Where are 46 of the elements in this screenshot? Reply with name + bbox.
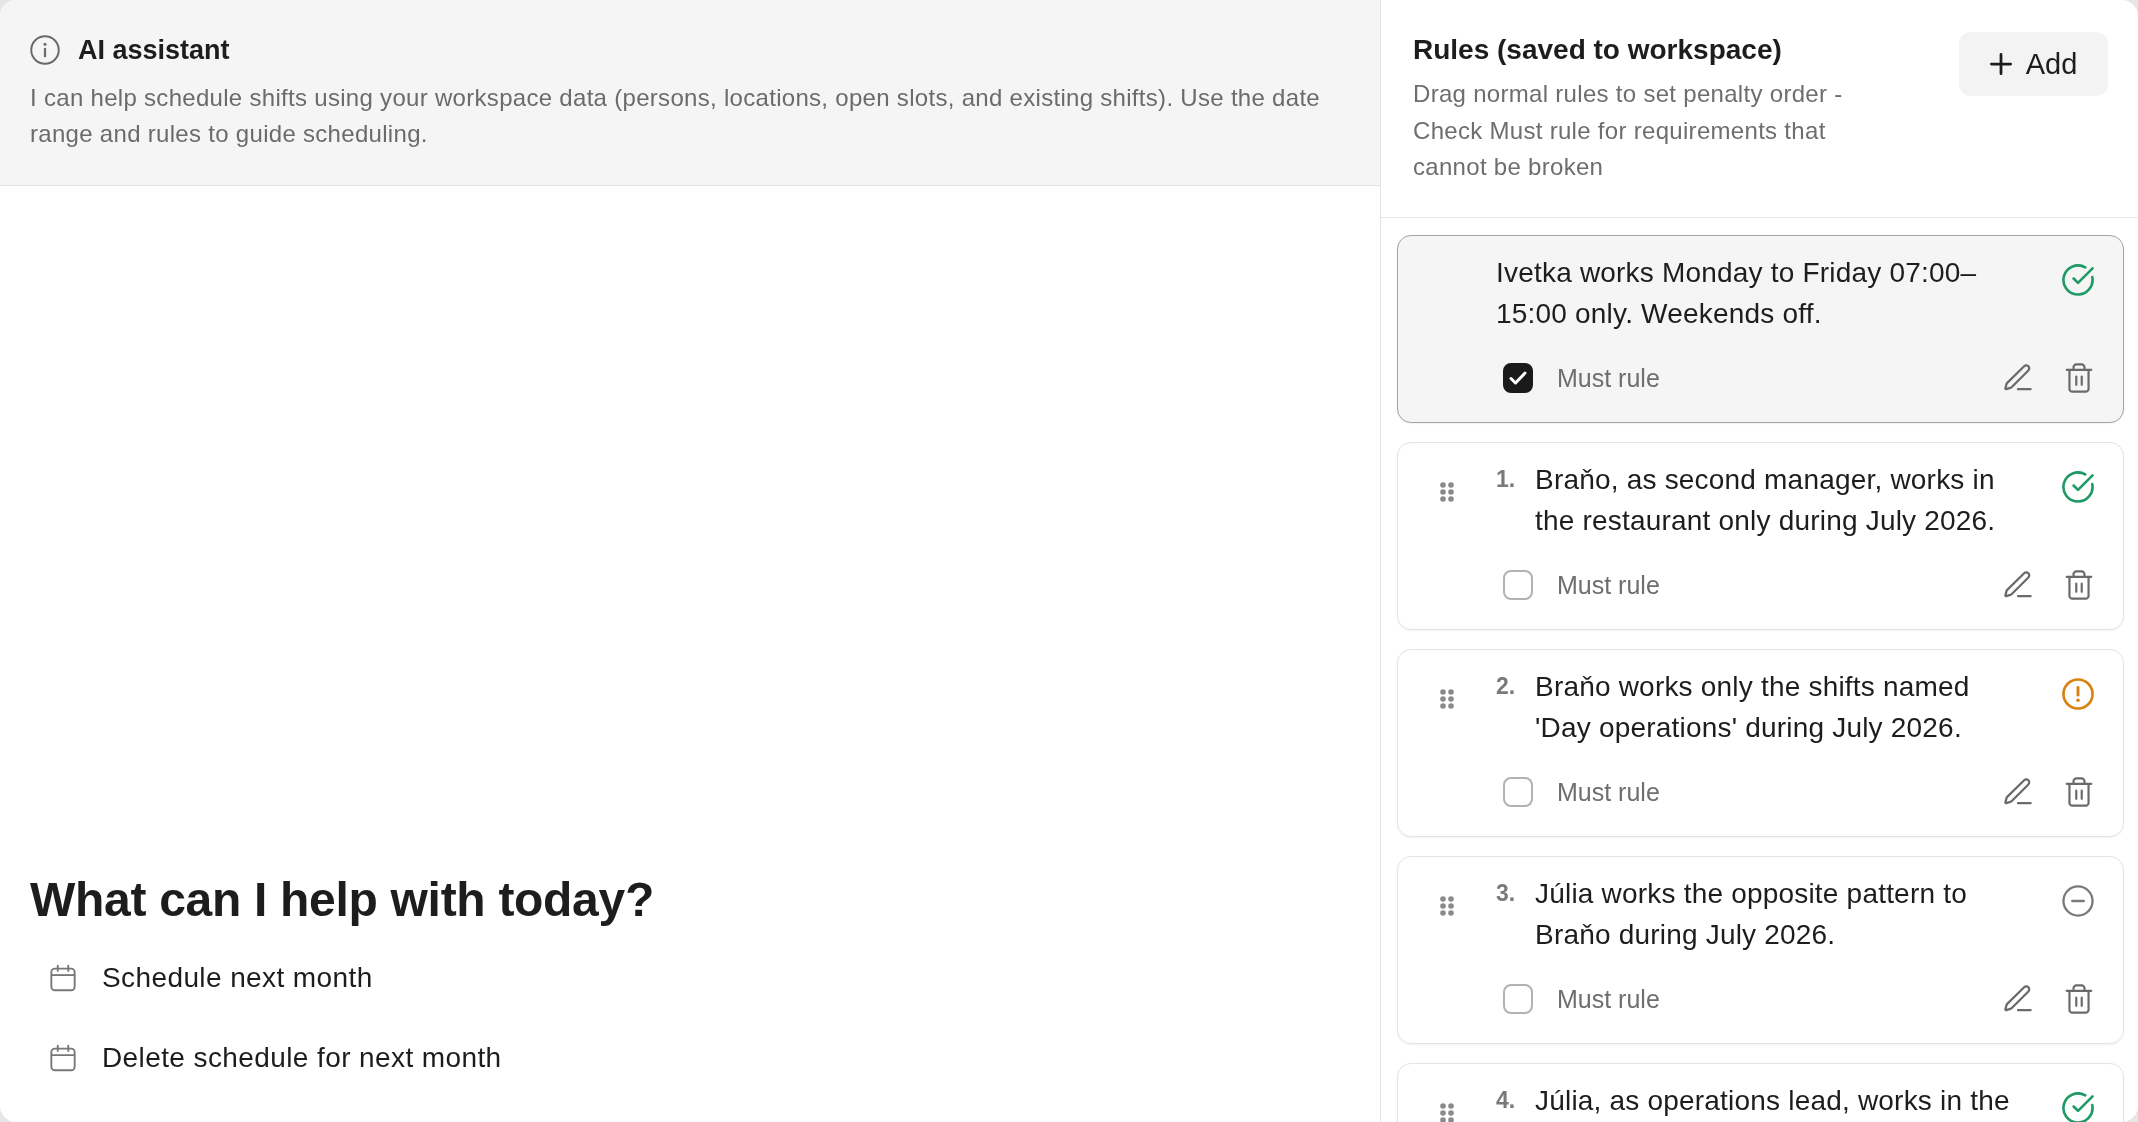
trash-icon (2065, 570, 2093, 600)
drag-handle-icon[interactable] (1440, 689, 1454, 709)
checkbox[interactable] (1503, 984, 1533, 1014)
assistant-description: I can help schedule shifts using your workspace data (persons, locations, open slots, and existing shifts). Use the date range and rules to guide scheduling. (30, 83, 1322, 149)
panel-title: Rules (saved to workspace) (1413, 33, 1783, 67)
calendar-icon (49, 963, 77, 993)
drag-handle-icon[interactable] (1440, 1103, 1454, 1122)
checkbox[interactable] (1503, 363, 1533, 393)
delete-button[interactable] (2063, 776, 2095, 808)
rule-number: 3. (1496, 879, 1517, 908)
rule-text: Braňo, as second manager, works in the restaurant only during July 2026. (1535, 463, 1997, 538)
rule-number: 1. (1496, 465, 1517, 494)
drag-handle-icon[interactable] (1440, 896, 1454, 916)
pencil-icon (2004, 363, 2032, 393)
must-rule-label: Must rule (1557, 570, 1660, 600)
trash-icon (2065, 984, 2093, 1014)
rule-text: Braňo works only the shifts named 'Day operations' during July 2026. (1535, 670, 1971, 745)
checkbox[interactable] (1503, 777, 1533, 807)
rule-number: 2. (1496, 672, 1517, 701)
rule-number: 4. (1496, 1086, 1517, 1115)
must-rule-label: Must rule (1557, 363, 1660, 393)
plus-icon (1989, 53, 2012, 75)
trash-icon (2065, 363, 2093, 393)
must-rule-label: Must rule (1557, 984, 1660, 1014)
info-icon (30, 35, 60, 65)
calendar-icon (49, 1043, 77, 1073)
rule-text: Júlia works the opposite pattern to Braňo during July 2026. (1535, 877, 1968, 952)
suggestion-button[interactable]: Delete schedule for next month (30, 1028, 502, 1088)
checkbox[interactable] (1503, 570, 1533, 600)
welcome-heading: What can I help with today? (30, 872, 654, 928)
suggestion-button[interactable]: Schedule next month (30, 948, 373, 1008)
add-button[interactable]: Add (1959, 32, 2108, 96)
drag-handle-icon[interactable] (1440, 482, 1454, 502)
pencil-icon (2004, 570, 2032, 600)
panel-title: AI assistant (78, 34, 230, 66)
pencil-icon (2004, 984, 2032, 1014)
check-icon (1509, 371, 1527, 385)
delete-button[interactable] (2063, 362, 2095, 394)
delete-button[interactable] (2063, 569, 2095, 601)
must-rule-label: Must rule (1557, 777, 1660, 807)
rule-text: Júlia, as operations lead, works in the (1535, 1084, 2011, 1118)
trash-icon (2065, 777, 2093, 807)
rule-text: Ivetka works Monday to Friday 07:00–15:00 only. Weekends off. (1496, 256, 1978, 331)
pencil-icon (2004, 777, 2032, 807)
rules-description: Drag normal rules to set penalty order - Check Must rule for requirements that cannot be broken (1413, 79, 1844, 182)
delete-button[interactable] (2063, 983, 2095, 1015)
